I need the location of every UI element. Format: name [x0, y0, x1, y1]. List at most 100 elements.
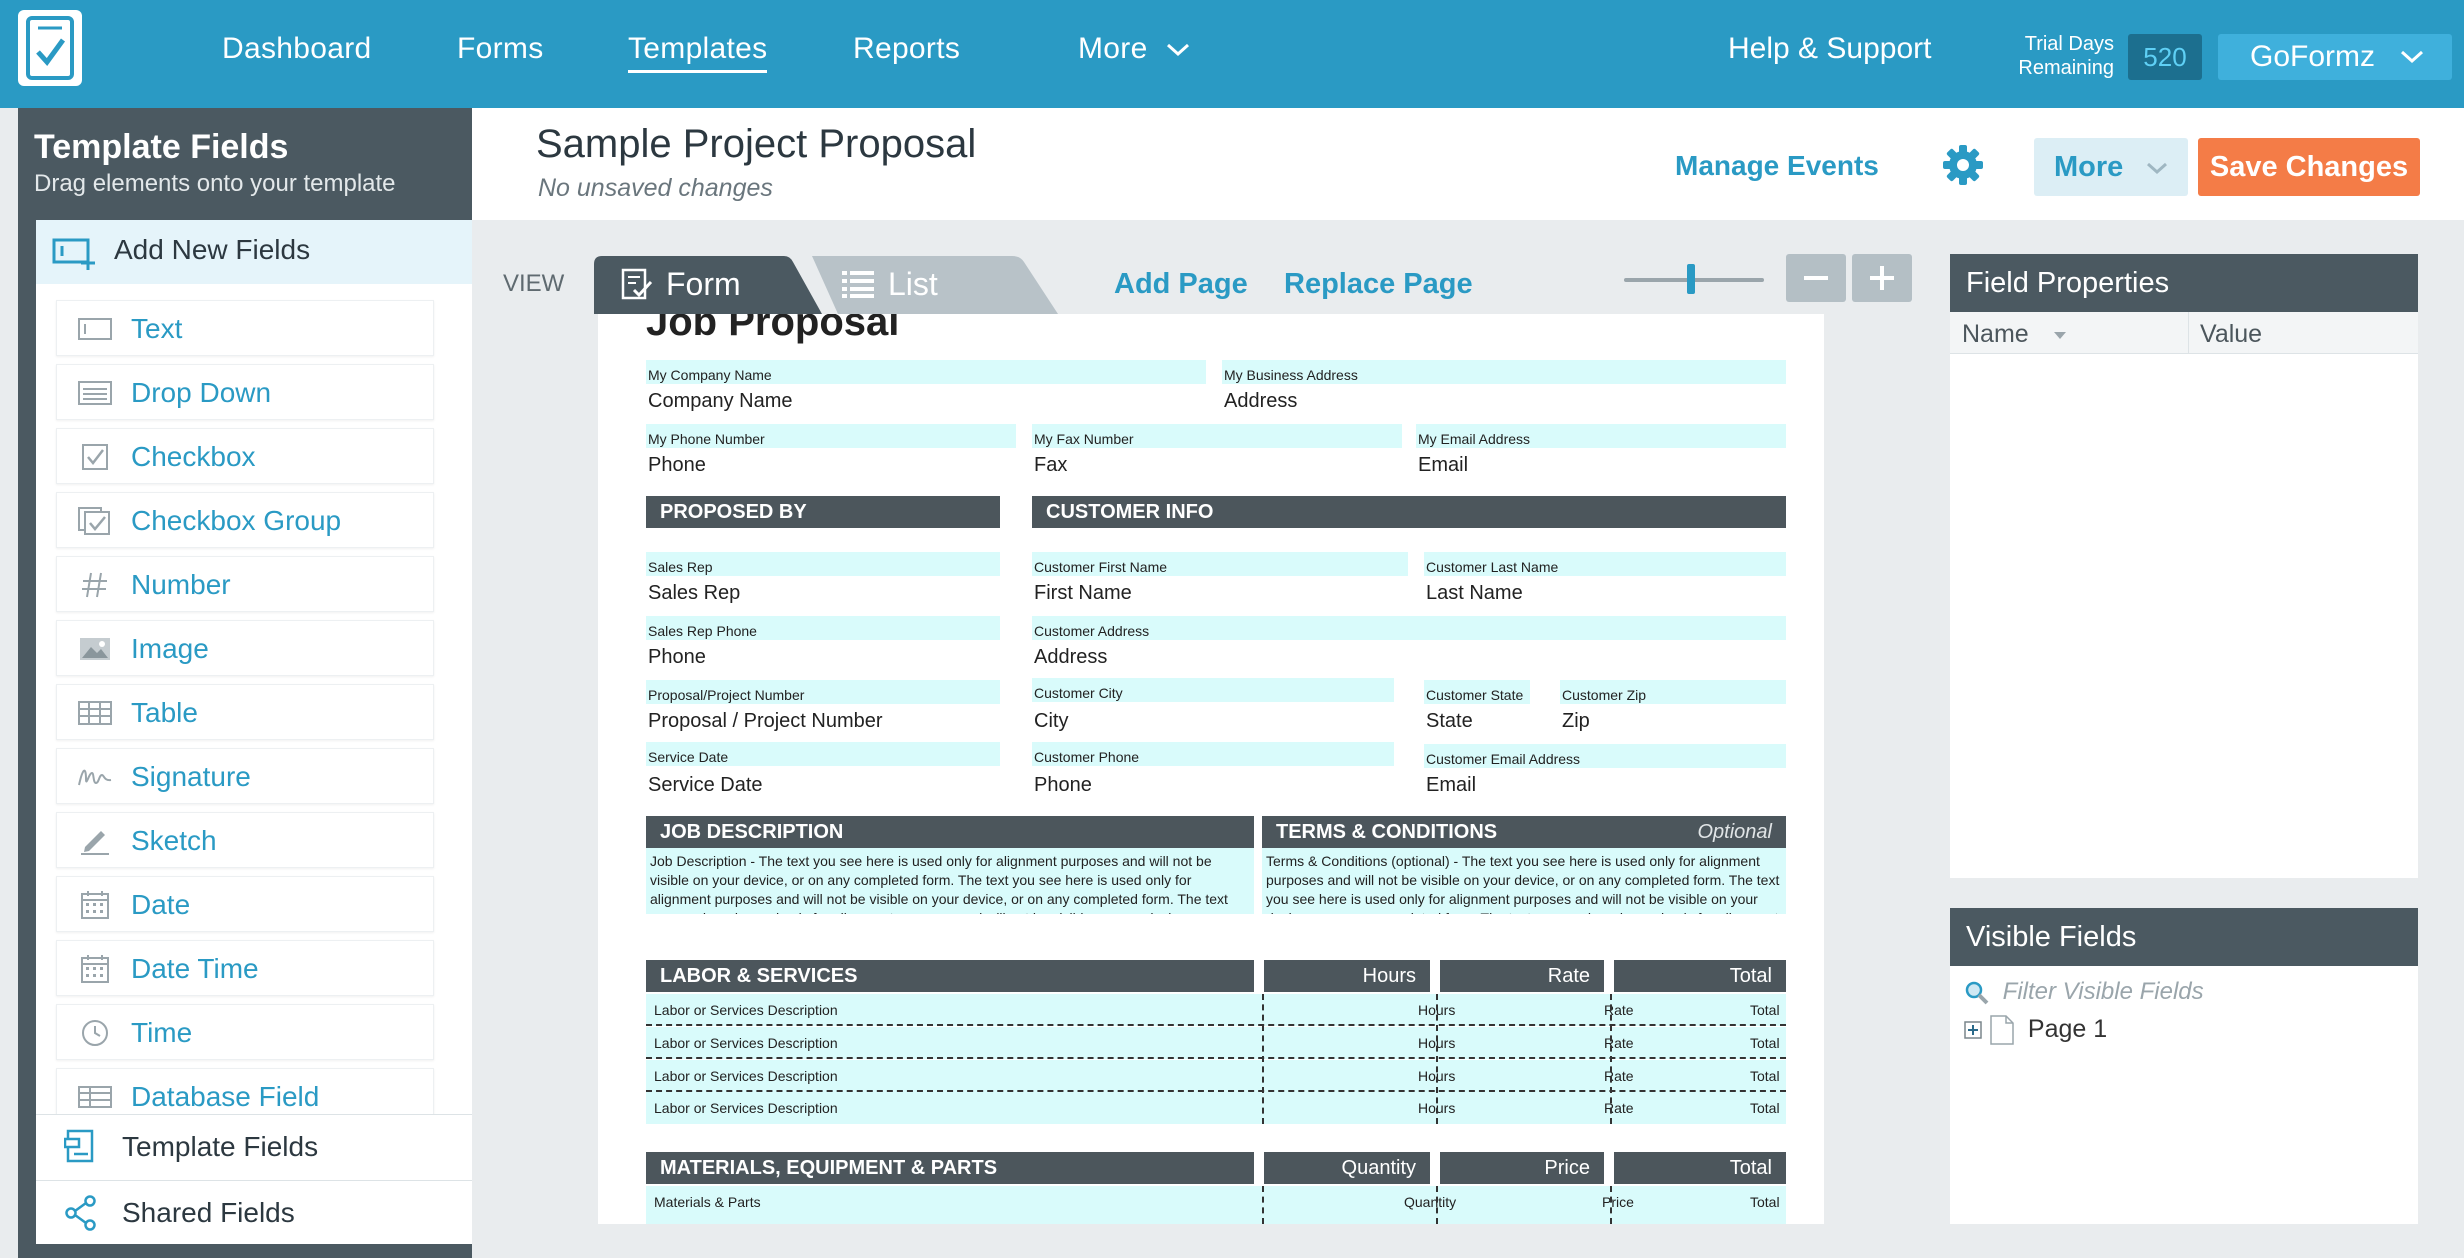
manage-events-link[interactable]: Manage Events — [1675, 150, 1879, 182]
field-drop-down[interactable]: Drop Down — [56, 364, 434, 420]
add-page-link[interactable]: Add Page — [1114, 268, 1248, 301]
form-field[interactable]: My Company Name — [646, 360, 1206, 384]
top-nav: Dashboard Forms Templates Reports More H… — [0, 0, 2464, 108]
form-field[interactable]: Customer City — [1032, 678, 1394, 702]
field-label: Checkbox — [131, 441, 256, 472]
gear-icon[interactable] — [1942, 144, 1984, 186]
section-customer-info: CUSTOMER INFO — [1032, 496, 1786, 528]
form-field[interactable]: Customer Address — [1032, 616, 1786, 640]
tree-item-page[interactable]: Page 1 — [1964, 1014, 2107, 1046]
form-icon — [621, 268, 653, 300]
cell-description: Labor or Services Description — [654, 1035, 838, 1051]
add-new-fields-header[interactable]: Add New Fields — [36, 220, 472, 284]
sidebar-subtitle: Drag elements onto your template — [34, 170, 396, 197]
table-row[interactable]: Labor or Services Description Hours Rate… — [646, 1060, 1786, 1092]
pencil-icon — [81, 831, 109, 855]
field-image[interactable]: Image — [56, 620, 434, 676]
cell-total: Total — [1750, 1002, 1780, 1018]
form-field[interactable]: My Fax Number — [1032, 424, 1402, 448]
help-support-link[interactable]: Help & Support — [1728, 32, 1931, 66]
cell-total: Total — [1750, 1068, 1780, 1084]
tab-form[interactable]: Form — [594, 254, 822, 314]
replace-page-link[interactable]: Replace Page — [1284, 268, 1473, 301]
field-value: Proposal / Project Number — [648, 710, 883, 732]
cell-total: Total — [1750, 1100, 1780, 1116]
col-name-header[interactable]: Name — [1962, 320, 2068, 349]
save-status: No unsaved changes — [538, 174, 773, 202]
form-field[interactable]: Sales Rep Phone — [646, 616, 1000, 640]
nav-reports[interactable]: Reports — [853, 32, 960, 66]
col-value-header[interactable]: Value — [2200, 320, 2262, 349]
field-properties-title: Field Properties — [1950, 254, 2418, 312]
cell-description: Labor or Services Description — [654, 1100, 838, 1116]
nav-more[interactable]: More — [1078, 32, 1190, 66]
form-field[interactable]: Customer Email Address — [1424, 744, 1786, 768]
form-page-canvas[interactable]: Job Proposal My Company Name Company Nam… — [598, 314, 1824, 1224]
field-date-time[interactable]: Date Time — [56, 940, 434, 996]
sidebar-title: Template Fields — [34, 128, 289, 166]
template-fields-icon — [64, 1129, 94, 1163]
more-menu-button[interactable]: More — [2034, 138, 2188, 196]
field-sketch[interactable]: Sketch — [56, 812, 434, 868]
trial-days-label: Trial Days Remaining — [2018, 33, 2114, 79]
field-checkbox[interactable]: Checkbox — [56, 428, 434, 484]
zoom-out-button[interactable] — [1786, 254, 1846, 302]
form-field[interactable]: My Email Address — [1416, 424, 1786, 448]
tab-list[interactable]: List — [812, 254, 1058, 314]
trial-days-count: 520 — [2128, 34, 2202, 80]
expand-plus-icon[interactable] — [1964, 1021, 1982, 1039]
form-field[interactable]: Customer State — [1424, 680, 1530, 704]
share-icon — [65, 1195, 96, 1231]
image-icon — [80, 638, 110, 660]
save-changes-button[interactable]: Save Changes — [2198, 138, 2420, 196]
nav-dashboard[interactable]: Dashboard — [222, 32, 371, 66]
form-field[interactable]: Customer Phone — [1032, 742, 1394, 766]
form-field[interactable]: Customer Zip — [1560, 680, 1786, 704]
field-label: Time — [131, 1017, 193, 1048]
form-field[interactable]: Customer First Name — [1032, 552, 1408, 576]
column-divider — [1610, 994, 1612, 1124]
cell-quantity: Quantity — [1404, 1194, 1457, 1210]
field-signature[interactable]: Signature — [56, 748, 434, 804]
table-row[interactable]: Labor or Services Description Hours Rate… — [646, 1092, 1786, 1124]
table-row[interactable]: Labor or Services Description Hours Rate… — [646, 1027, 1786, 1059]
filter-visible-fields-input[interactable]: Filter Visible Fields — [1964, 978, 2204, 1006]
shared-fields-tab[interactable]: Shared Fields — [36, 1180, 472, 1244]
form-field[interactable]: My Phone Number — [646, 424, 1016, 448]
form-field[interactable]: Proposal/Project Number — [646, 680, 1000, 704]
field-table[interactable]: Table — [56, 684, 434, 740]
col-total: Total — [1614, 960, 1786, 992]
form-field[interactable]: Sales Rep — [646, 552, 1000, 576]
form-field[interactable]: Customer Last Name — [1424, 552, 1786, 576]
zoom-in-button[interactable] — [1852, 254, 1912, 302]
account-menu[interactable]: GoFormz — [2218, 34, 2452, 80]
table-row[interactable]: Materials & Parts Quantity Price Total — [646, 1186, 1786, 1224]
terms-textarea[interactable]: Terms & Conditions (optional) - The text… — [1262, 848, 1786, 914]
nav-templates[interactable]: Templates — [628, 32, 768, 73]
field-time[interactable]: Time — [56, 1004, 434, 1060]
plus-icon — [1870, 266, 1894, 290]
field-label: Checkbox Group — [131, 505, 342, 536]
field-caption: My Company Name — [648, 367, 772, 383]
col-quantity: Quantity — [1264, 1152, 1430, 1184]
col-total: Total — [1614, 1152, 1786, 1184]
nav-forms[interactable]: Forms — [457, 32, 544, 66]
job-description-textarea[interactable]: Job Description - The text you see here … — [646, 848, 1254, 914]
zoom-slider-handle[interactable] — [1687, 264, 1696, 294]
col-rate: Rate — [1440, 960, 1604, 992]
template-fields-tab[interactable]: Template Fields — [36, 1114, 472, 1178]
field-date[interactable]: Date — [56, 876, 434, 932]
field-value: Phone — [648, 646, 706, 668]
column-divider — [1436, 994, 1438, 1124]
field-text[interactable]: Text — [56, 300, 434, 356]
field-number[interactable]: Number — [56, 556, 434, 612]
table-row[interactable]: Labor or Services Description Hours Rate… — [646, 994, 1786, 1026]
field-label: Number — [131, 569, 231, 600]
form-title: Job Proposal — [646, 314, 900, 344]
field-checkbox-group[interactable]: Checkbox Group — [56, 492, 434, 548]
field-caption: Customer Email Address — [1426, 751, 1581, 767]
form-field[interactable]: Service Date — [646, 742, 1000, 766]
form-field[interactable]: My Business Address — [1222, 360, 1786, 384]
goformz-logo-icon[interactable] — [18, 10, 82, 86]
col-name-label: Name — [1962, 320, 2029, 348]
